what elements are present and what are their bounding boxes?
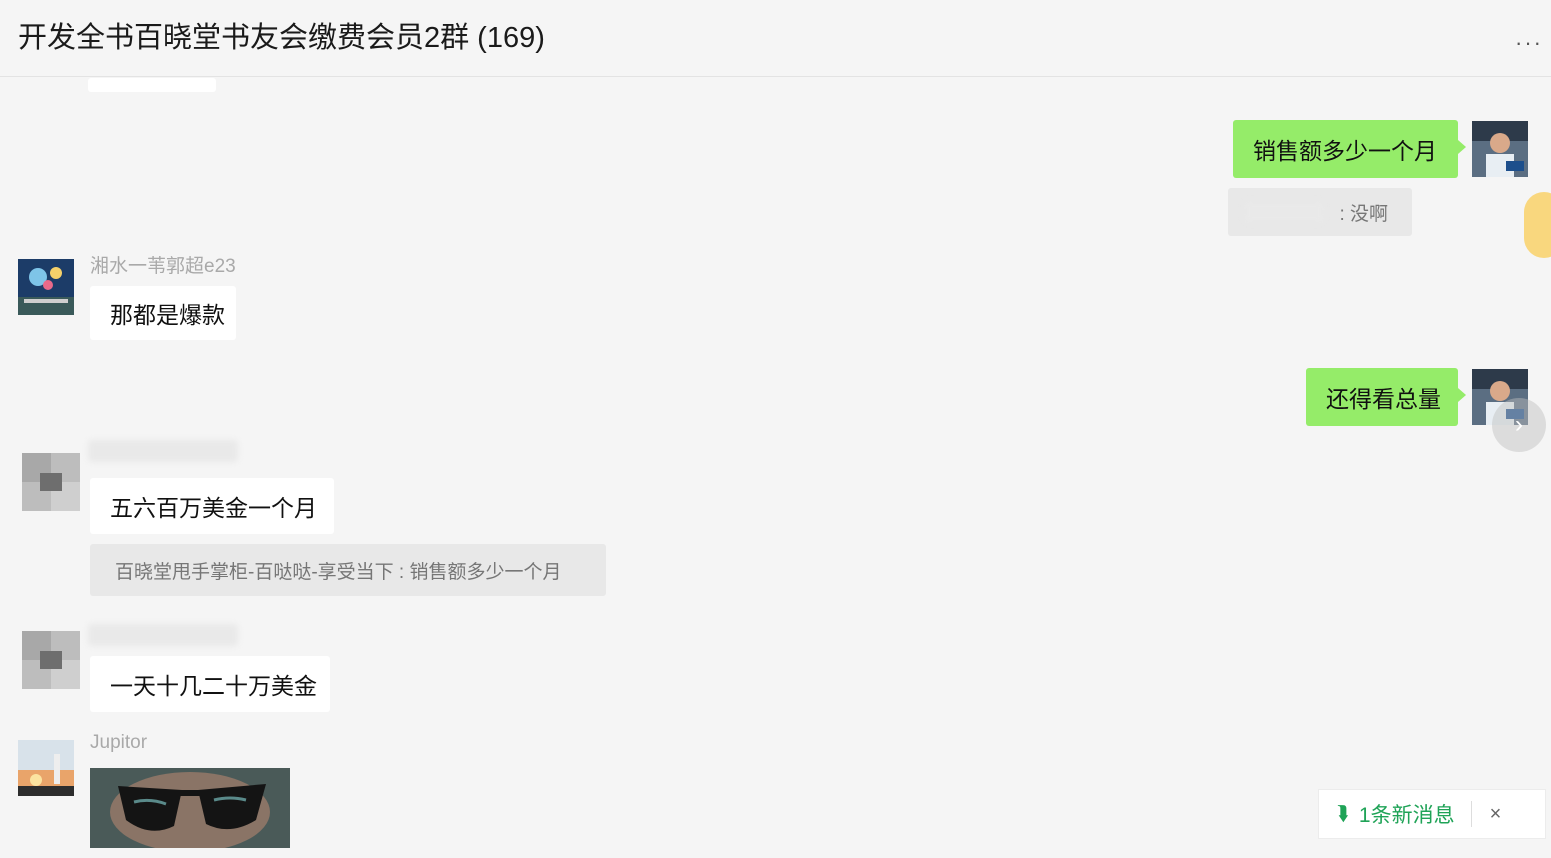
divider xyxy=(1470,801,1472,827)
chevron-right-icon[interactable]: › xyxy=(1492,398,1546,452)
emoji-sticker-edge xyxy=(1524,192,1551,258)
incoming-message-bubble[interactable]: 一天十几二十万美金 xyxy=(90,656,330,712)
incoming-message-bubble[interactable]: 五六百万美金一个月 xyxy=(90,478,334,534)
outgoing-message-bubble[interactable]: 销售额多少一个月 xyxy=(1233,120,1466,178)
close-icon[interactable]: × xyxy=(1490,803,1502,826)
blurred-avatar[interactable] xyxy=(22,631,80,689)
new-message-label[interactable]: 1条新消息 xyxy=(1359,799,1455,829)
sender-avatar[interactable] xyxy=(18,259,74,315)
chat-header: 开发全书百晓堂书友会缴费会员2群 (169) ··· xyxy=(0,0,1551,77)
blurred-sender-name xyxy=(88,624,238,646)
quoted-reply-text: : 没啊 xyxy=(1339,203,1388,225)
person-avatar-icon xyxy=(1472,121,1528,177)
sunset-lighthouse-avatar-icon xyxy=(18,740,74,796)
pixelated-avatar-icon xyxy=(22,631,80,689)
blurred-avatar[interactable] xyxy=(22,453,80,511)
incoming-message-bubble[interactable]: 那都是爆款 xyxy=(90,286,236,340)
my-avatar[interactable] xyxy=(1472,121,1528,177)
sender-name: Jupitor xyxy=(90,732,148,753)
new-message-notice[interactable]: ⮯ 1条新消息 × xyxy=(1318,789,1546,839)
pixelated-avatar-icon xyxy=(22,453,80,511)
double-chevron-down-icon: ⮯ xyxy=(1337,802,1349,825)
sender-name: 湘水一苇郭超e23 xyxy=(90,256,236,277)
blurred-sender-name xyxy=(88,440,238,462)
sender-avatar[interactable] xyxy=(18,740,74,796)
image-message[interactable] xyxy=(90,768,290,848)
more-options-button[interactable]: ··· xyxy=(1515,30,1543,56)
chat-title: 开发全书百晓堂书友会缴费会员2群 (169) xyxy=(18,22,545,54)
sunglasses-photo-icon xyxy=(90,768,290,848)
blurred-name xyxy=(1244,201,1324,223)
outgoing-message-bubble[interactable]: 还得看总量 xyxy=(1306,368,1466,426)
quoted-reply[interactable]: 百晓堂甩手掌柜-百哒哒-享受当下 : 销售额多少一个月 xyxy=(90,544,606,596)
blurred-previous-message xyxy=(88,78,216,92)
fireworks-avatar-icon xyxy=(18,259,74,315)
quoted-reply[interactable]: : 没啊 xyxy=(1228,188,1412,236)
